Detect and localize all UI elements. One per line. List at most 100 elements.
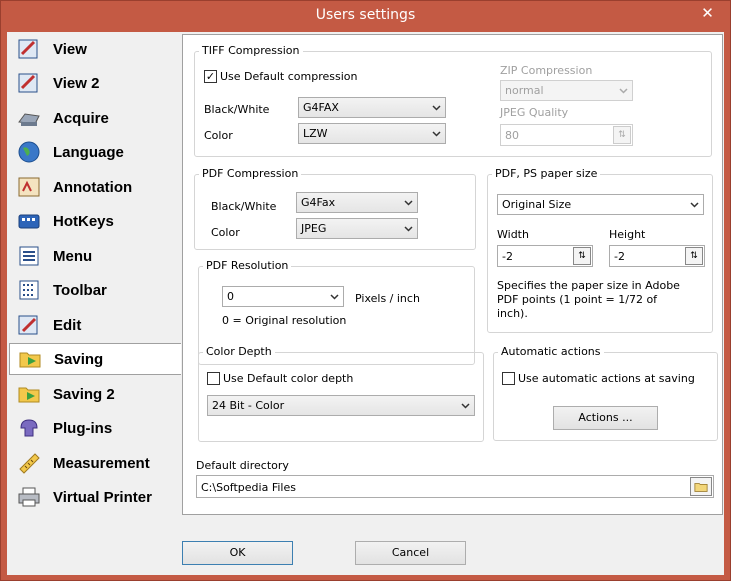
saving-icon: [18, 347, 42, 371]
jpeg-quality-spinner[interactable]: 80 ⇅: [500, 124, 633, 146]
automatic-actions-group: Automatic actions Use automatic actions …: [493, 345, 718, 441]
bw-label: Black/White: [211, 200, 277, 213]
color-label: Color: [211, 226, 240, 239]
paper-size-select[interactable]: Original Size: [497, 194, 704, 215]
tiff-compression-group: TIFF Compression ✓ Use Default compressi…: [194, 44, 712, 157]
tiff-bw-select[interactable]: G4FAX: [298, 97, 446, 118]
color-depth-select[interactable]: 24 Bit - Color: [207, 395, 475, 416]
select-value: JPEG: [301, 222, 327, 235]
chevron-down-icon: [404, 200, 413, 206]
sidebar-item-label: Language: [53, 143, 124, 161]
saving-panel: TIFF Compression ✓ Use Default compressi…: [182, 34, 723, 515]
checkbox-label: Use Default color depth: [223, 372, 354, 385]
select-value: normal: [505, 84, 544, 97]
chevron-down-icon: [619, 88, 628, 94]
sidebar-item-view-2[interactable]: View 2: [9, 67, 181, 99]
chevron-down-icon: [432, 131, 441, 137]
chevron-down-icon: [330, 294, 339, 300]
use-default-compression-checkbox[interactable]: ✓: [204, 70, 217, 83]
window-title: Users settings: [315, 7, 416, 23]
annotation-icon: [17, 175, 41, 199]
dialog-button-bar: OK Cancel: [7, 515, 724, 575]
automatic-actions-checkbox[interactable]: [502, 372, 515, 385]
sidebar-item-label: Acquire: [53, 109, 109, 127]
spinner-value: 80: [505, 129, 519, 142]
sidebar-item-label: Annotation: [53, 178, 133, 196]
use-default-depth-checkbox[interactable]: [207, 372, 220, 385]
sidebar-item-acquire[interactable]: Acquire: [9, 102, 181, 134]
view-icon: [17, 37, 41, 61]
select-value: 0: [227, 290, 234, 303]
folder-browse-button[interactable]: [690, 477, 712, 496]
settings-sidebar: View View 2 Acquire Language Annotation …: [7, 32, 182, 515]
chevron-down-icon: [432, 105, 441, 111]
settings-window: Users settings ✕ View View 2 Acquire Lan…: [0, 0, 731, 581]
height-label: Height: [609, 228, 646, 241]
color-depth-group: Color Depth Use Default color depth 24 B…: [198, 345, 484, 442]
saving2-icon: [17, 382, 41, 406]
sidebar-item-plug-ins[interactable]: Plug-ins: [9, 412, 181, 444]
edit-icon: [17, 313, 41, 337]
close-button[interactable]: ✕: [691, 3, 724, 23]
chevron-down-icon: [690, 202, 699, 208]
spin-arrows-icon[interactable]: ⇅: [613, 126, 631, 144]
sidebar-item-menu[interactable]: Menu: [9, 240, 181, 272]
sidebar-item-annotation[interactable]: Annotation: [9, 171, 181, 203]
checkbox-label: Use Default compression: [220, 70, 358, 83]
sidebar-item-language[interactable]: Language: [9, 136, 181, 168]
zip-label: ZIP Compression: [500, 64, 593, 77]
plugin-icon: [17, 416, 41, 440]
color-label: Color: [204, 129, 233, 142]
client-area: View View 2 Acquire Language Annotation …: [7, 32, 724, 575]
sidebar-item-label: View: [53, 40, 87, 58]
sidebar-item-hotkeys[interactable]: HotKeys: [9, 205, 181, 237]
sidebar-item-label: Plug-ins: [53, 419, 113, 437]
select-value: G4Fax: [301, 196, 336, 209]
printer-icon: [17, 485, 41, 509]
paper-size-group: PDF, PS paper size Original Size Width -…: [487, 167, 713, 333]
paper-size-note: Specifies the paper size in Adobe PDF po…: [497, 279, 680, 320]
select-value: 24 Bit - Color: [212, 399, 285, 412]
group-legend: PDF, PS paper size: [492, 167, 601, 180]
cancel-button[interactable]: Cancel: [355, 541, 466, 565]
jpeg-quality-label: JPEG Quality: [500, 106, 569, 119]
sidebar-item-label: Measurement: [53, 454, 150, 472]
tiff-color-select[interactable]: LZW: [298, 123, 446, 144]
sidebar-item-virtual-printer[interactable]: Virtual Printer: [9, 481, 181, 513]
sidebar-item-label: Saving 2: [53, 385, 115, 403]
actions-button[interactable]: Actions ...: [553, 406, 658, 430]
toolbar-icon: [17, 278, 41, 302]
spin-arrows-icon[interactable]: ⇅: [573, 247, 591, 265]
sidebar-item-toolbar[interactable]: Toolbar: [9, 274, 181, 306]
sidebar-item-view[interactable]: View: [9, 33, 181, 65]
sidebar-item-label: Virtual Printer: [53, 488, 152, 506]
checkbox-label: Use automatic actions at saving: [518, 372, 695, 385]
group-legend: PDF Compression: [199, 167, 302, 180]
ruler-icon: [17, 451, 41, 475]
width-spinner[interactable]: -2 ⇅: [497, 245, 593, 267]
sidebar-item-measurement[interactable]: Measurement: [9, 447, 181, 479]
keyboard-icon: [17, 209, 41, 233]
default-directory-label: Default directory: [196, 459, 289, 472]
select-value: Original Size: [502, 198, 572, 211]
spin-arrows-icon[interactable]: ⇅: [685, 247, 703, 265]
sidebar-item-saving[interactable]: Saving: [9, 343, 181, 375]
default-directory-field[interactable]: C:\Softpedia Files: [196, 475, 714, 498]
pdf-bw-select[interactable]: G4Fax: [296, 192, 418, 213]
pdf-color-select[interactable]: JPEG: [296, 218, 418, 239]
spinner-value: -2: [502, 250, 513, 263]
group-legend: TIFF Compression: [199, 44, 303, 57]
height-spinner[interactable]: -2 ⇅: [609, 245, 705, 267]
resolution-select[interactable]: 0: [222, 286, 344, 307]
sidebar-item-edit[interactable]: Edit: [9, 309, 181, 341]
sidebar-item-label: Edit: [53, 316, 82, 334]
sidebar-item-saving-2[interactable]: Saving 2: [9, 378, 181, 410]
sidebar-item-label: View 2: [53, 74, 100, 92]
title-bar[interactable]: Users settings ✕: [1, 1, 730, 32]
group-legend: Automatic actions: [498, 345, 604, 358]
ok-button[interactable]: OK: [182, 541, 293, 565]
spinner-value: -2: [614, 250, 625, 263]
zip-compression-select[interactable]: normal: [500, 80, 633, 101]
chevron-down-icon: [404, 226, 413, 232]
group-legend: Color Depth: [203, 345, 275, 358]
